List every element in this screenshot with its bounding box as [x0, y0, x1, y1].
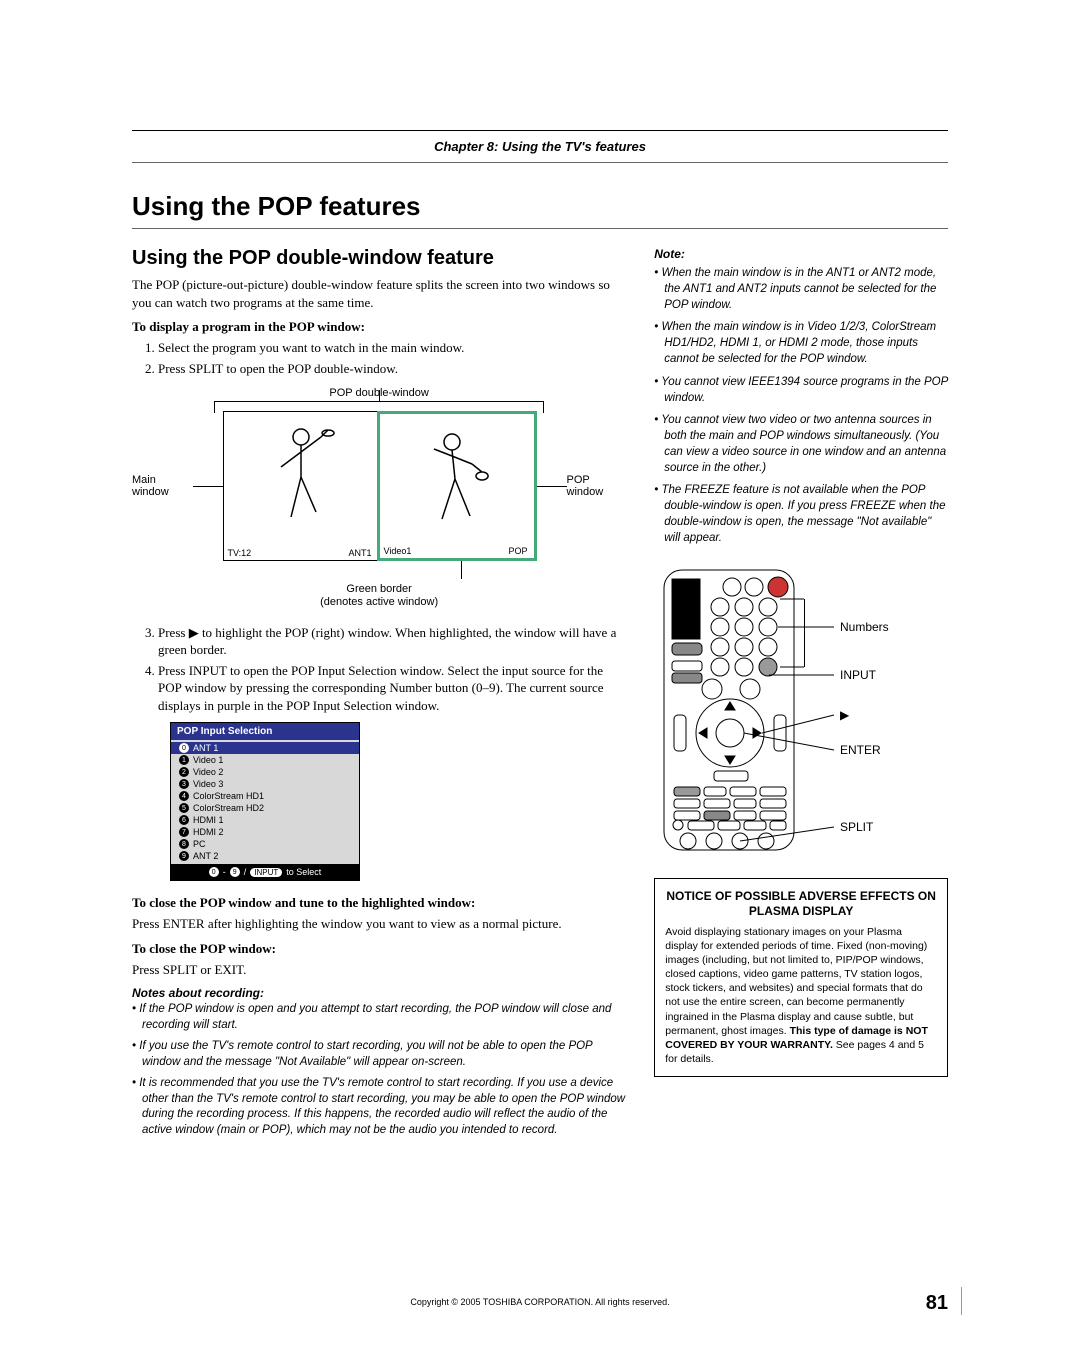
lead-line-right — [537, 486, 567, 487]
green-border-label: Green border (denotes active window) — [132, 583, 626, 609]
notes-recording: If the POP window is open and you attemp… — [132, 1002, 626, 1138]
side-notes: When the main window is in the ANT1 or A… — [654, 265, 948, 547]
callout-enter: ENTER — [840, 743, 881, 757]
tv-box: TV:12 ANT1 Video1 POP — [223, 411, 537, 561]
player-drawing-left — [224, 422, 378, 535]
subhead-display: To display a program in the POP window: — [132, 319, 626, 335]
notes-recording-head: Notes about recording: — [132, 986, 626, 1000]
pop-input-row-1: 1Video 1 — [171, 754, 359, 766]
pop-input-row-8: 8PC — [171, 838, 359, 850]
steps-display: Select the program you want to watch in … — [158, 339, 626, 377]
page-title: Using the POP features — [132, 191, 948, 229]
callout-play: ▶ — [840, 708, 850, 722]
main-window-label: Main window — [132, 474, 193, 498]
pop-input-row-9: 9ANT 2 — [171, 850, 359, 862]
callout-input: INPUT — [840, 668, 877, 682]
callout-numbers: Numbers — [840, 620, 889, 634]
pop-input-row-3: 3Video 3 — [171, 778, 359, 790]
note-head: Note: — [654, 247, 948, 261]
pop-input-row-5: 5ColorStream HD2 — [171, 802, 359, 814]
pop-input-row-0: 0ANT 1 — [171, 742, 359, 754]
side-note-4: You cannot view two video or two antenna… — [654, 412, 948, 476]
step-1: Select the program you want to watch in … — [158, 339, 626, 357]
lead-line-left — [193, 486, 223, 487]
rec-note-3: It is recommended that you use the TV's … — [132, 1076, 626, 1138]
steps-3-4: Press ▶ to highlight the POP (right) win… — [158, 624, 626, 715]
close-body: Press SPLIT or EXIT. — [132, 961, 626, 979]
page-number: 81 — [926, 1292, 948, 1315]
warning-box: NOTICE OF POSSIBLE ADVERSE EFFECTS ON PL… — [654, 878, 948, 1078]
video1-label: Video1 — [384, 546, 412, 556]
step-2: Press SPLIT to open the POP double-windo… — [158, 360, 626, 378]
pop-input-footer: 0 - 9 / INPUT to Select — [171, 864, 359, 880]
rec-note-1: If the POP window is open and you attemp… — [132, 1002, 626, 1033]
tv-pop-half: Video1 POP — [377, 411, 537, 561]
callout-split: SPLIT — [840, 820, 874, 834]
step-4: Press INPUT to open the POP Input Select… — [158, 662, 626, 715]
pop-small-label: POP — [509, 546, 528, 556]
step-3: Press ▶ to highlight the POP (right) win… — [158, 624, 626, 659]
side-note-1: When the main window is in the ANT1 or A… — [654, 265, 948, 313]
subhead-close: To close the POP window: — [132, 941, 626, 957]
side-note-5: The FREEZE feature is not available when… — [654, 482, 948, 546]
side-note-2: When the main window is in Video 1/2/3, … — [654, 319, 948, 367]
pop-window-label: POP window — [567, 474, 627, 498]
copyright: Copyright © 2005 TOSHIBA CORPORATION. Al… — [0, 1297, 1080, 1307]
chapter-header-rule: Chapter 8: Using the TV's features — [132, 130, 948, 163]
ant1-label: ANT1 — [349, 548, 372, 558]
intro-paragraph: The POP (picture-out-picture) double-win… — [132, 276, 626, 311]
side-note-3: You cannot view IEEE1394 source programs… — [654, 374, 948, 406]
section-title: Using the POP double-window feature — [132, 247, 626, 270]
warning-body: Avoid displaying stationary images on yo… — [665, 925, 937, 1067]
chapter-header: Chapter 8: Using the TV's features — [132, 130, 948, 162]
pop-input-row-2: 2Video 2 — [171, 766, 359, 778]
page-number-divider — [961, 1287, 962, 1315]
subhead-close-tune: To close the POP window and tune to the … — [132, 895, 626, 911]
pop-input-row-4: 4ColorStream HD1 — [171, 790, 359, 802]
pop-diagram: POP double-window Main window TV:12 ANT1 — [132, 387, 626, 609]
pop-input-selection-table: POP Input Selection 0ANT 1 1Video 1 2Vid… — [170, 722, 360, 881]
pop-input-title: POP Input Selection — [171, 723, 359, 740]
pop-input-row-7: 7HDMI 2 — [171, 826, 359, 838]
tv-main-half: TV:12 ANT1 — [224, 412, 378, 560]
warning-title: NOTICE OF POSSIBLE ADVERSE EFFECTS ON PL… — [665, 889, 937, 919]
rec-note-2: If you use the TV's remote control to st… — [132, 1039, 626, 1070]
tv-num-label: TV:12 — [228, 548, 252, 558]
close-tune-body: Press ENTER after highlighting the windo… — [132, 915, 626, 933]
player-drawing-right — [380, 424, 534, 537]
pop-input-row-6: 6HDMI 1 — [171, 814, 359, 826]
remote-diagram: Numbers INPUT ▶ ENTER SPLIT — [654, 565, 948, 858]
